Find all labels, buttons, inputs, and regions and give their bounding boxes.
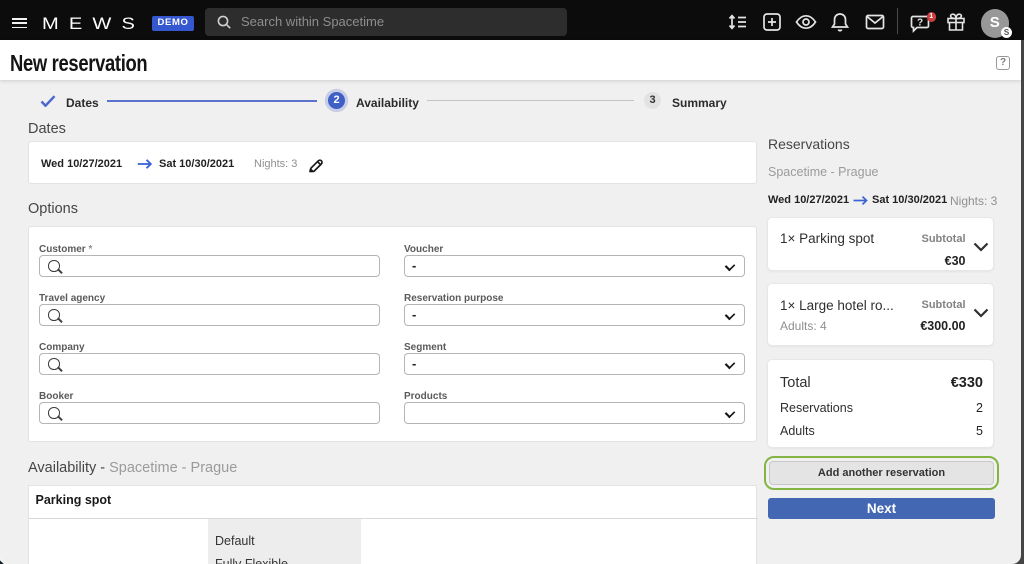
svg-text:?: ? [917,18,923,29]
